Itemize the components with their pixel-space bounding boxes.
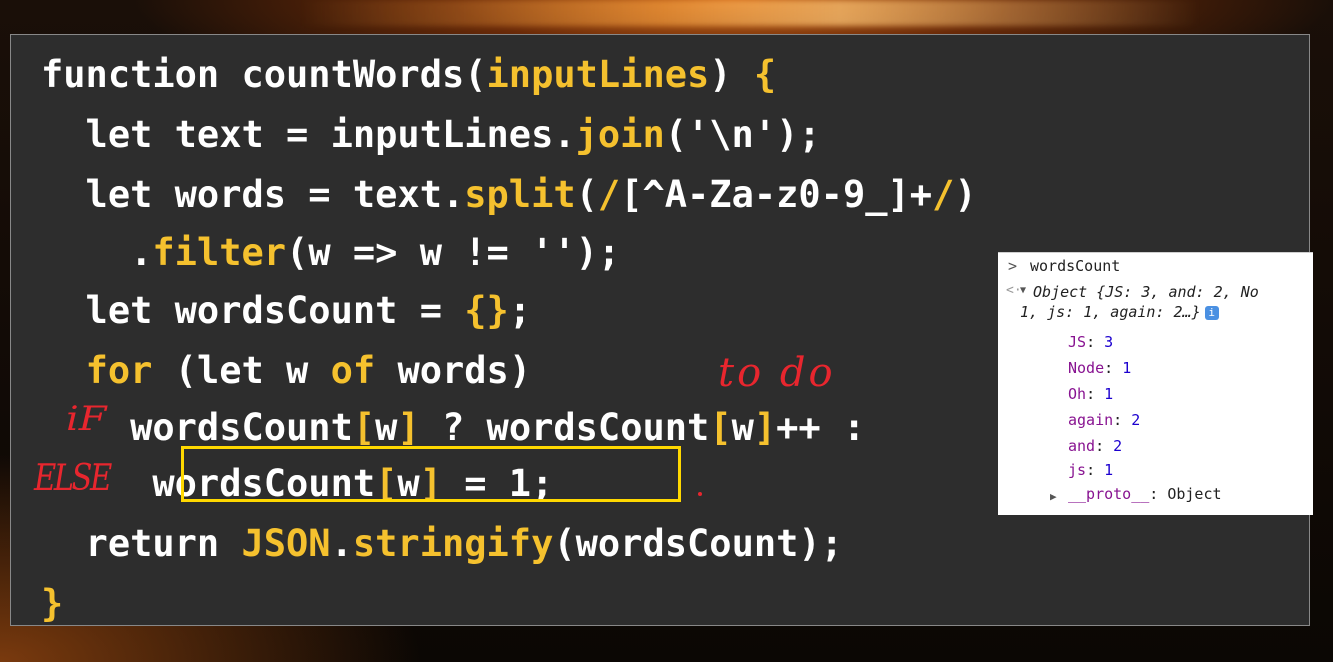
code-line-7: wordsCount[w] ? wordsCount[w]++ : — [41, 404, 865, 452]
code-line-3: let words = text.split(/[^A-Za-z0-9_]+/) — [41, 171, 977, 219]
property-value: 2 — [1113, 437, 1123, 455]
property-value: 1 — [1122, 359, 1132, 377]
console-proto-row[interactable]: __proto__: Object — [1068, 485, 1222, 503]
code-token: [ — [709, 406, 732, 449]
code-line-1: function countWords(inputLines) { — [41, 51, 776, 99]
code-token: / — [597, 173, 621, 216]
property-key: Oh — [1068, 385, 1087, 403]
expand-triangle-icon[interactable]: ▶ — [1050, 490, 1057, 503]
expand-triangle-icon[interactable]: ▼ — [1020, 285, 1026, 296]
code-token: ] — [397, 406, 420, 449]
code-line-4: .filter(w => w != ''); — [41, 229, 620, 277]
console-command: wordsCount — [1030, 257, 1121, 275]
console-property-row: js: 1 — [1068, 461, 1114, 479]
property-key: again — [1068, 411, 1114, 429]
highlight-box — [181, 446, 681, 502]
code-token: ) — [954, 173, 977, 216]
code-line-6: for (let w of words) — [41, 347, 532, 395]
code-token: inputLines — [486, 53, 710, 96]
code-token: JSON — [241, 522, 331, 565]
property-key: Node — [1068, 359, 1105, 377]
console-property-row: Oh: 1 — [1068, 385, 1114, 403]
code-token: { — [753, 53, 777, 96]
console-property-row: JS: 3 — [1068, 333, 1114, 351]
code-line-9: return JSON.stringify(wordsCount); — [41, 520, 843, 568]
code-token: w — [731, 406, 754, 449]
property-key: JS — [1068, 333, 1087, 351]
code-line-5: let wordsCount = {}; — [41, 287, 532, 335]
code-token: return — [41, 522, 242, 565]
code-token: stringify — [352, 522, 554, 565]
code-token: (wordsCount); — [553, 522, 843, 565]
code-token: ++ : — [776, 406, 866, 449]
property-value: 2 — [1131, 411, 1141, 429]
code-token: . — [330, 522, 353, 565]
code-token: ] — [753, 406, 777, 449]
code-token: join — [575, 113, 665, 156]
code-token: function countWords( — [41, 53, 487, 96]
console-property-row: again: 2 — [1068, 411, 1141, 429]
background-glow — [300, 0, 1200, 26]
property-key: and — [1068, 437, 1096, 455]
console-object-summary[interactable]: Object {JS: 3, and: 2, No — [1033, 283, 1259, 301]
console-property-row: and: 2 — [1068, 437, 1123, 455]
code-token: let text = inputLines. — [41, 113, 576, 156]
code-token: ( — [575, 173, 598, 216]
code-token: ('\n'); — [664, 113, 821, 156]
code-token: filter — [152, 231, 287, 274]
property-value: 3 — [1104, 333, 1114, 351]
code-token: words) — [375, 349, 532, 392]
console-object-summary-text: 1, js: 1, again: 2…} — [1020, 303, 1201, 321]
code-token: . — [41, 231, 153, 274]
handwritten-else-note: ELSE — [34, 458, 112, 499]
devtools-console: > wordsCount <· ▼ Object {JS: 3, and: 2,… — [998, 252, 1313, 515]
code-token: [^A-Za-z0-9_]+ — [620, 173, 933, 216]
code-token: let wordsCount = — [41, 289, 465, 332]
code-token: of — [330, 349, 376, 392]
code-line-2: let text = inputLines.join('\n'); — [41, 111, 821, 159]
code-token: {} — [464, 289, 509, 332]
code-token: for — [85, 349, 153, 392]
code-token: [ — [352, 406, 376, 449]
info-icon[interactable]: i — [1204, 305, 1219, 320]
console-property-row: Node: 1 — [1068, 359, 1132, 377]
code-line-10: } — [41, 580, 63, 628]
code-token: ? wordsCount — [419, 406, 710, 449]
code-token: w — [375, 406, 398, 449]
property-value: 1 — [1104, 461, 1114, 479]
code-token: let words = text. — [41, 173, 465, 216]
handwritten-dot — [698, 492, 702, 496]
code-token: } — [41, 582, 64, 625]
code-token: split — [464, 173, 576, 216]
console-object-summary-cont: 1, js: 1, again: 2…} i — [1020, 303, 1219, 321]
code-token: ; — [508, 289, 532, 332]
property-value: 1 — [1104, 385, 1114, 403]
code-token: (let w — [152, 349, 331, 392]
code-token: ) — [709, 53, 754, 96]
code-token: (w => w != ''); — [286, 231, 621, 274]
property-key: js — [1068, 461, 1087, 479]
proto-key: __proto__ — [1068, 485, 1150, 503]
console-prompt-icon: > — [1008, 257, 1018, 275]
handwritten-todo-note: to do — [718, 350, 836, 396]
proto-value: : Object — [1149, 485, 1222, 503]
handwritten-if-note: iF — [66, 399, 107, 439]
code-token: / — [932, 173, 955, 216]
